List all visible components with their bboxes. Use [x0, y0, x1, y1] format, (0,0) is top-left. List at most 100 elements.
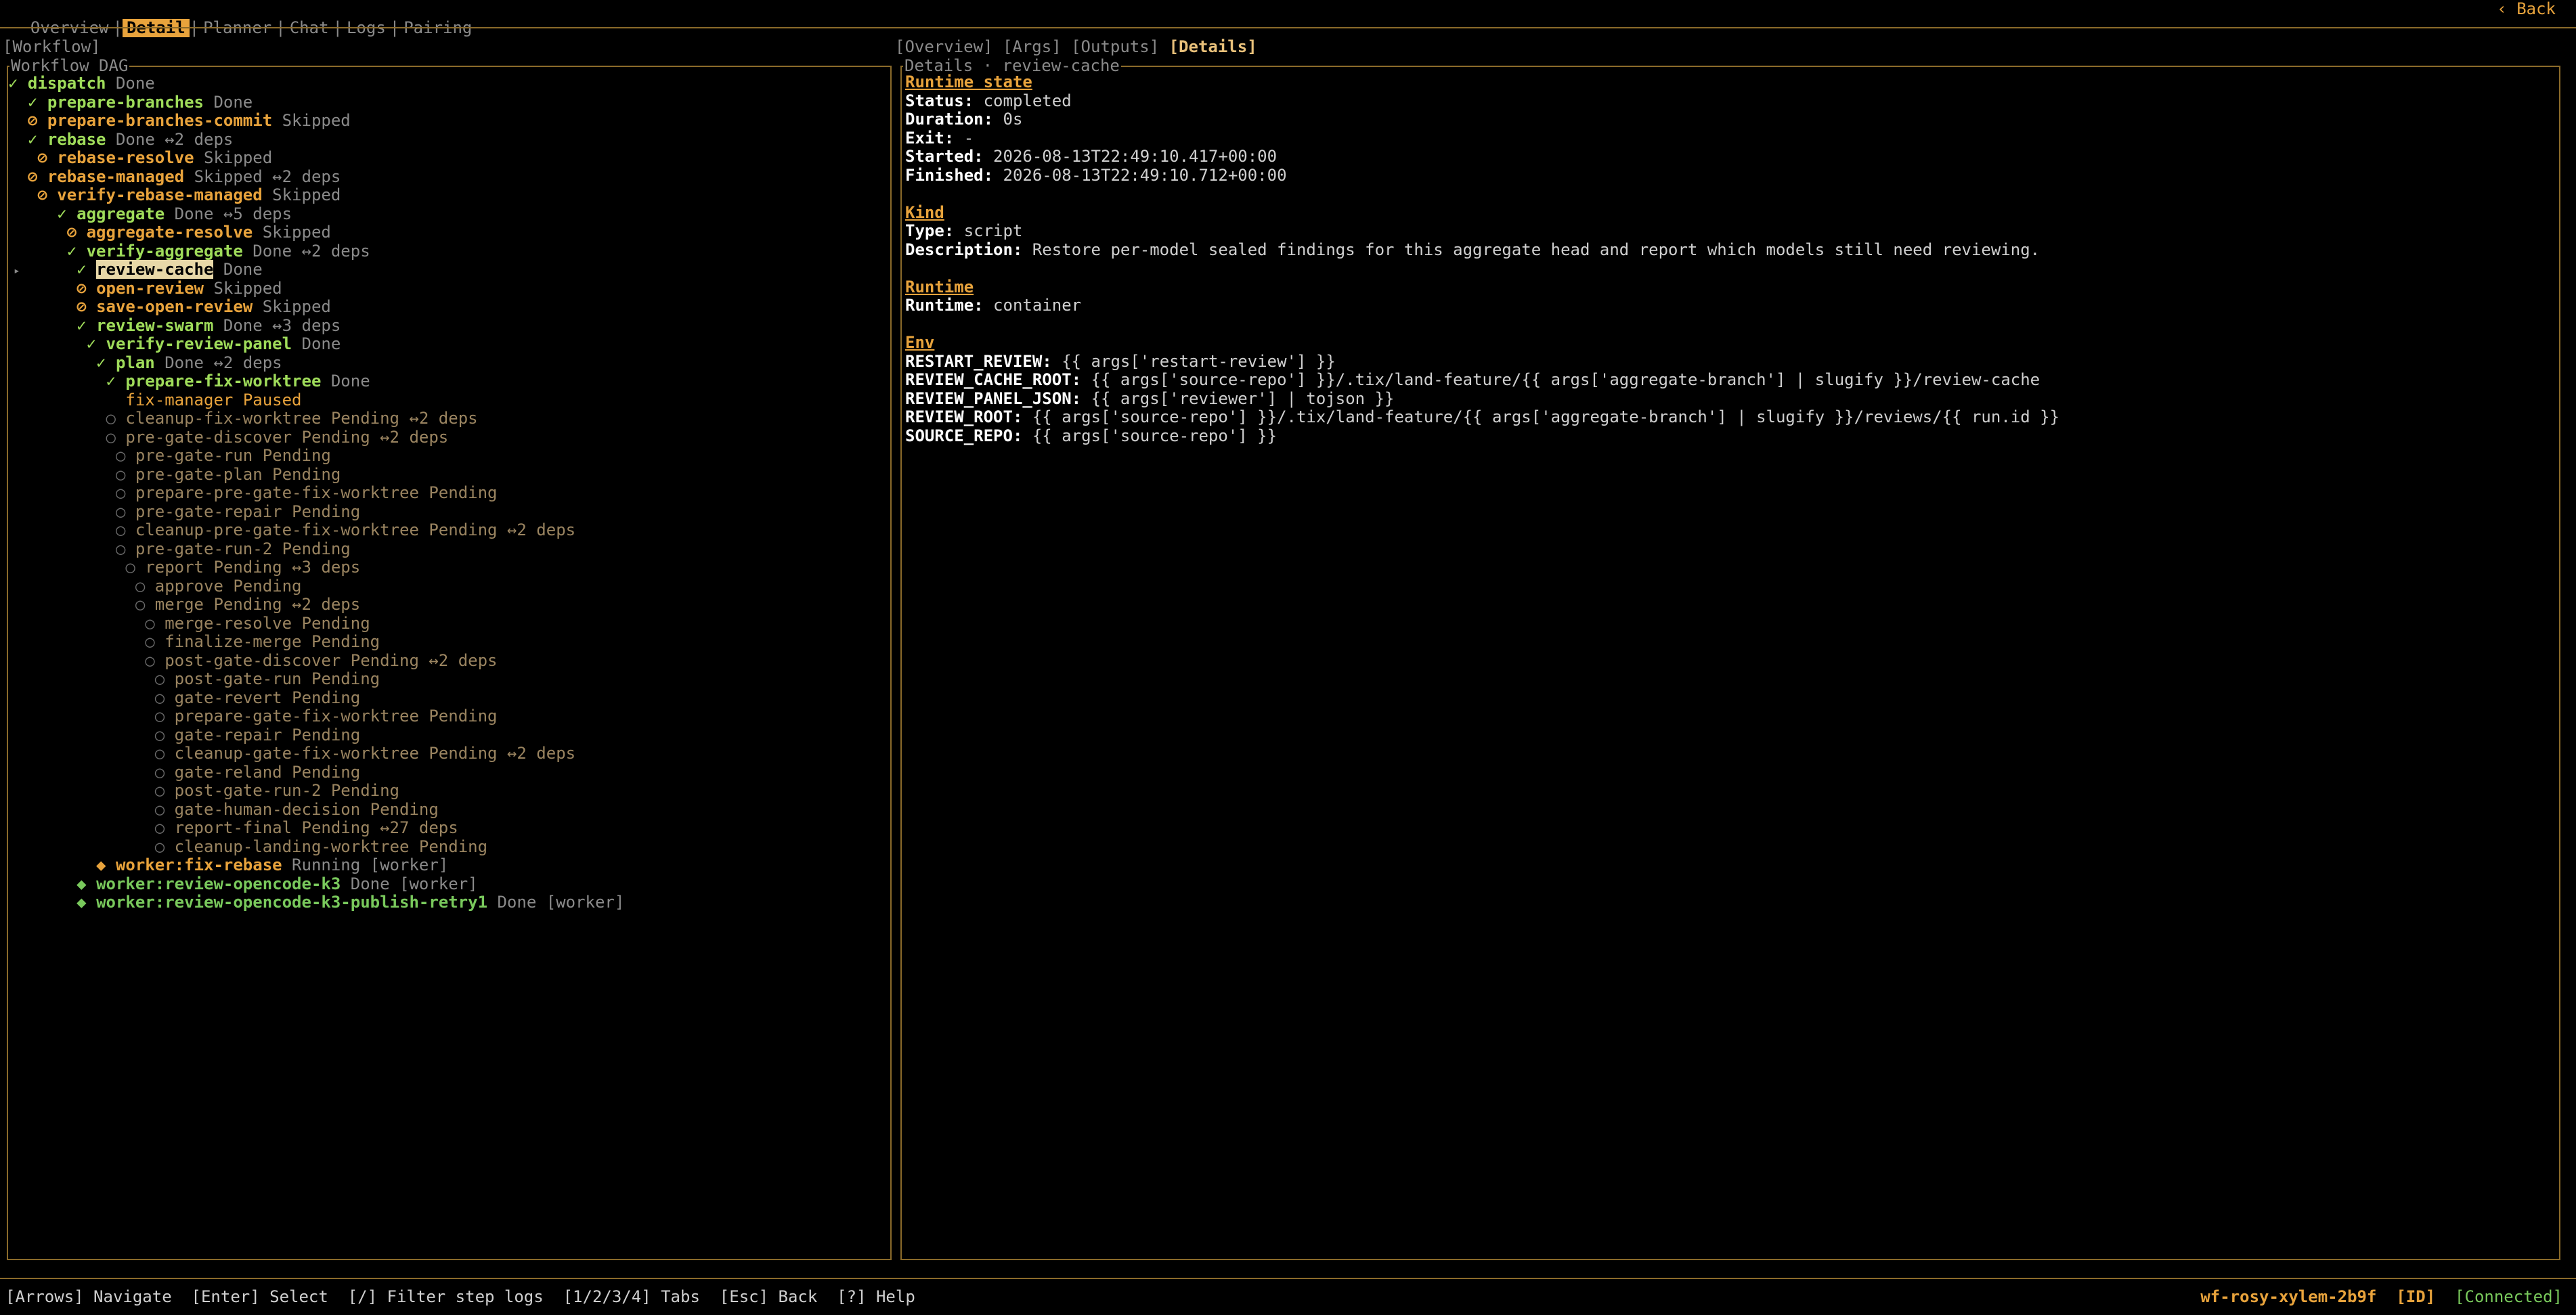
- dag-node-name[interactable]: verify-rebase-managed: [57, 185, 262, 204]
- dag-node-name[interactable]: post-gate-run-2: [175, 781, 322, 800]
- dag-node-name[interactable]: rebase: [47, 130, 106, 149]
- back-button[interactable]: ‹ Back: [2497, 0, 2556, 19]
- dag-node[interactable]: ○ report-final Pending ↔27 deps: [8, 818, 624, 838]
- dag-node[interactable]: ○ post-gate-run-2 Pending: [8, 781, 624, 801]
- dag-node-name[interactable]: gate-reland: [175, 763, 282, 782]
- dag-node-name[interactable]: pre-gate-plan: [135, 465, 263, 484]
- dag-node[interactable]: ✓ review-cache Done: [8, 260, 624, 280]
- dag-node[interactable]: ⊘ save-open-review Skipped: [8, 297, 624, 317]
- dag-node-name[interactable]: dispatch: [28, 74, 106, 93]
- dag-node[interactable]: ○ prepare-pre-gate-fix-worktree Pending: [8, 483, 624, 503]
- dag-node[interactable]: ⊘ rebase-managed Skipped ↔2 deps: [8, 167, 624, 187]
- dag-node[interactable]: ○ approve Pending: [8, 577, 624, 596]
- dag-node[interactable]: ◆ worker:review-opencode-k3-publish-retr…: [8, 893, 624, 912]
- dag-node[interactable]: ○ post-gate-run Pending: [8, 669, 624, 689]
- dag-node-name[interactable]: review-cache: [96, 260, 214, 279]
- dag-node-name[interactable]: pre-gate-run-2: [135, 539, 272, 558]
- dag-node[interactable]: ○ pre-gate-discover Pending ↔2 deps: [8, 428, 624, 447]
- dag-node-name[interactable]: pre-gate-repair: [135, 502, 282, 521]
- top-tab-bar: Overview | Detail | Planner | Chat | Logs | Pairin…: [7, 0, 476, 37]
- dag-node[interactable]: ◆ worker:review-opencode-k3 Done [worker…: [8, 874, 624, 894]
- dag-node[interactable]: ⊘ prepare-branches-commit Skipped: [8, 111, 624, 131]
- dag-node-name[interactable]: plan: [116, 353, 155, 372]
- dag-node[interactable]: ⊘ verify-rebase-managed Skipped: [8, 185, 624, 205]
- dag-node-name[interactable]: prepare-branches-commit: [47, 111, 272, 130]
- dag-node[interactable]: ✓ plan Done ↔2 deps: [8, 353, 624, 373]
- dag-node-name[interactable]: prepare-gate-fix-worktree: [175, 707, 419, 726]
- dag-node-name[interactable]: worker:review-opencode-k3-publish-retry1: [96, 893, 487, 912]
- dag-node[interactable]: ✓ prepare-branches Done: [8, 93, 624, 112]
- dag-node-name[interactable]: merge: [155, 595, 204, 614]
- dag-node-name[interactable]: finalize-merge: [165, 632, 301, 651]
- dag-node[interactable]: ✓ verify-review-panel Done: [8, 334, 624, 354]
- dag-node[interactable]: ⊘ aggregate-resolve Skipped: [8, 223, 624, 242]
- dag-node[interactable]: ○ report Pending ↔3 deps: [8, 558, 624, 577]
- dag-node[interactable]: ✓ verify-aggregate Done ↔2 deps: [8, 242, 624, 261]
- detail-tab-overview[interactable]: [Overview]: [895, 37, 993, 56]
- dag-node-name[interactable]: cleanup-pre-gate-fix-worktree: [135, 520, 419, 539]
- dag-node-name[interactable]: gate-revert: [175, 688, 282, 707]
- dag-node[interactable]: ○ cleanup-fix-worktree Pending ↔2 deps: [8, 409, 624, 428]
- dag-node-name[interactable]: report-final: [175, 818, 292, 837]
- dag-node-name[interactable]: cleanup-landing-worktree: [175, 837, 410, 856]
- dag-node[interactable]: ○ gate-repair Pending: [8, 726, 624, 745]
- diamond-icon: ◆: [77, 874, 87, 893]
- dag-node[interactable]: ○ gate-revert Pending: [8, 688, 624, 708]
- dag-node-name[interactable]: worker:review-opencode-k3: [96, 874, 341, 893]
- dag-node-name[interactable]: gate-human-decision: [175, 800, 361, 819]
- dag-node-name[interactable]: report: [145, 558, 204, 577]
- dag-node-name[interactable]: prepare-fix-worktree: [125, 372, 321, 391]
- dag-node-name[interactable]: verify-review-panel: [106, 334, 292, 353]
- dag-node[interactable]: ✓ review-swarm Done ↔3 deps: [8, 316, 624, 336]
- dag-node[interactable]: ○ cleanup-pre-gate-fix-worktree Pending …: [8, 520, 624, 540]
- detail-tab-outputs[interactable]: [Outputs]: [1071, 37, 1159, 56]
- dag-node[interactable]: ○ merge Pending ↔2 deps: [8, 595, 624, 615]
- dag-node[interactable]: ○ pre-gate-run-2 Pending: [8, 539, 624, 559]
- dag-node-deps: ↔2 deps: [301, 241, 370, 261]
- dag-node-name[interactable]: fix-manager: [125, 391, 233, 409]
- dag-node-name[interactable]: save-open-review: [96, 297, 253, 316]
- dag-node-name[interactable]: post-gate-run: [175, 669, 302, 688]
- dag-node-name[interactable]: open-review: [96, 279, 204, 298]
- dag-node-name[interactable]: pre-gate-discover: [125, 428, 292, 447]
- dag-node-name[interactable]: cleanup-gate-fix-worktree: [175, 744, 419, 763]
- dag-node[interactable]: ✓ rebase Done ↔2 deps: [8, 130, 624, 150]
- dag-node-name[interactable]: gate-repair: [175, 726, 282, 744]
- dag-node-name[interactable]: prepare-branches: [47, 93, 204, 112]
- dag-node[interactable]: ✓ dispatch Done: [8, 74, 624, 93]
- dag-node[interactable]: ○ prepare-gate-fix-worktree Pending: [8, 707, 624, 726]
- dag-node[interactable]: ○ finalize-merge Pending: [8, 632, 624, 652]
- detail-tab-args[interactable]: [Args]: [1003, 37, 1062, 56]
- dag-node[interactable]: ○ gate-human-decision Pending: [8, 800, 624, 820]
- dag-node-name[interactable]: cleanup-fix-worktree: [125, 409, 321, 428]
- dag-node[interactable]: ○ gate-reland Pending: [8, 763, 624, 782]
- dag-node[interactable]: ○ pre-gate-plan Pending: [8, 465, 624, 485]
- dag-node[interactable]: ○ merge-resolve Pending: [8, 614, 624, 633]
- dag-node-name[interactable]: merge-resolve: [165, 614, 292, 633]
- dag-node[interactable]: ○ post-gate-discover Pending ↔2 deps: [8, 651, 624, 671]
- dag-node[interactable]: ✓ aggregate Done ↔5 deps: [8, 204, 624, 224]
- dag-node[interactable]: ⊘ rebase-resolve Skipped: [8, 148, 624, 168]
- detail-tab-details[interactable]: [Details]: [1169, 37, 1257, 56]
- dag-node-name[interactable]: worker:fix-rebase: [116, 855, 282, 874]
- dag-node-name[interactable]: aggregate: [77, 204, 165, 223]
- dag-node-name[interactable]: rebase-resolve: [57, 148, 194, 167]
- dag-node[interactable]: ○ pre-gate-repair Pending: [8, 502, 624, 522]
- dag-node[interactable]: ⊘ open-review Skipped: [8, 279, 624, 298]
- dag-node[interactable]: ○ cleanup-landing-worktree Pending: [8, 837, 624, 857]
- dag-node-name[interactable]: verify-aggregate: [87, 242, 243, 261]
- detail-key: RESTART_REVIEW:: [905, 351, 1052, 371]
- dag-node[interactable]: ✓ prepare-fix-worktree Done: [8, 372, 624, 391]
- dag-node-name[interactable]: rebase-managed: [47, 167, 184, 186]
- dag-node-name[interactable]: approve: [155, 577, 223, 596]
- dag-node-name[interactable]: pre-gate-run: [135, 446, 253, 465]
- dag-node-name[interactable]: aggregate-resolve: [87, 223, 253, 242]
- dag-node[interactable]: ◆ worker:fix-rebase Running [worker]: [8, 855, 624, 875]
- dag-node[interactable]: ○ pre-gate-run Pending: [8, 446, 624, 466]
- dag-node-name[interactable]: review-swarm: [96, 316, 213, 335]
- dag-node[interactable]: fix-manager Paused: [8, 391, 624, 410]
- section-heading: Kind: [905, 202, 944, 222]
- dag-node-name[interactable]: post-gate-discover: [165, 651, 341, 670]
- dag-node[interactable]: ○ cleanup-gate-fix-worktree Pending ↔2 d…: [8, 744, 624, 763]
- dag-node-name[interactable]: prepare-pre-gate-fix-worktree: [135, 483, 419, 502]
